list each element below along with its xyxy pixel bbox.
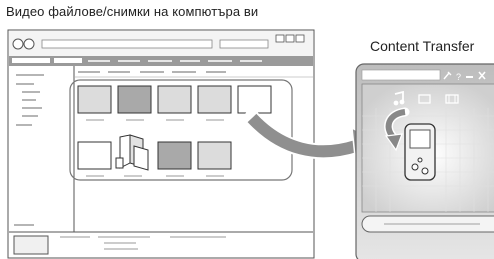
video-thumbnail[interactable] [77, 85, 112, 114]
forward-button[interactable] [23, 38, 35, 50]
search-box[interactable] [219, 39, 269, 49]
tab[interactable] [54, 58, 82, 63]
diagram-canvas: ? [7, 29, 494, 259]
media-player-device [404, 123, 436, 181]
close-button[interactable] [295, 34, 305, 43]
content-transfer-window: ? [355, 63, 494, 259]
computer-window [7, 29, 315, 259]
video-thumbnail[interactable] [77, 141, 112, 170]
address-bar[interactable] [41, 39, 213, 49]
video-thumbnail[interactable] [197, 85, 232, 114]
video-thumbnail[interactable] [157, 141, 192, 170]
details-thumbnail [13, 235, 49, 255]
video-thumbnail[interactable] [197, 141, 232, 170]
tab[interactable] [12, 58, 50, 63]
video-thumbnail[interactable] [117, 85, 152, 114]
back-button[interactable] [12, 38, 24, 50]
video-thumbnail[interactable] [237, 85, 272, 114]
minimize-icon[interactable] [466, 76, 473, 78]
minimize-button[interactable] [275, 34, 285, 43]
video-thumbnail[interactable] [157, 85, 192, 114]
maximize-button[interactable] [285, 34, 295, 43]
help-icon[interactable]: ? [456, 72, 461, 82]
